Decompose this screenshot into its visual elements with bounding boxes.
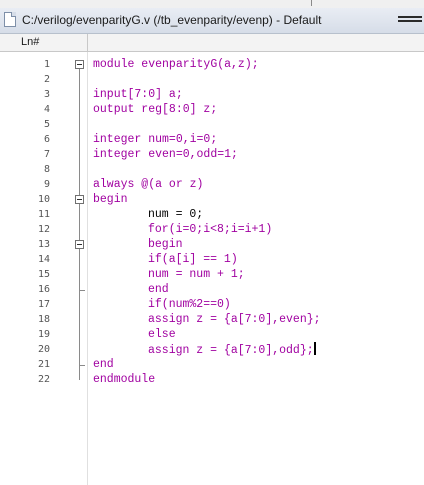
window-menu-icon[interactable] bbox=[398, 16, 422, 26]
code-line[interactable]: assign z = {a[7:0],even}; bbox=[148, 312, 321, 327]
code-editor[interactable]: 1 2 3 4 5 6 7 8 9 10 11 12 13 14 15 16 17 18 19 20 21 22 modu… bbox=[0, 52, 424, 485]
fold-collapse-icon[interactable] bbox=[75, 60, 84, 69]
line-number: 21 bbox=[37, 359, 50, 370]
code-line[interactable]: integer num=0,i=0; bbox=[93, 132, 217, 147]
line-number: 17 bbox=[37, 299, 50, 310]
line-number: 16 bbox=[37, 284, 50, 295]
code-line[interactable]: module evenparityG(a,z); bbox=[93, 57, 259, 72]
keyword-token: module evenparityG(a,z); bbox=[93, 58, 259, 71]
code-line[interactable]: begin bbox=[93, 192, 128, 207]
text-caret bbox=[313, 342, 316, 355]
keyword-token: for(i=0;i<8;i=i+1) bbox=[148, 223, 273, 236]
line-number-header: Ln# bbox=[0, 34, 88, 51]
code-line[interactable]: end bbox=[148, 282, 169, 297]
editor-titlebar[interactable]: C:/verilog/evenparityG.v (/tb_evenparity… bbox=[0, 8, 424, 34]
code-line[interactable]: if(num%2==0) bbox=[148, 297, 231, 312]
keyword-token: if(num%2==0) bbox=[148, 298, 231, 311]
line-number: 4 bbox=[43, 104, 50, 115]
keyword-token: input[7:0] a; bbox=[93, 88, 183, 101]
line-number: 6 bbox=[43, 134, 50, 145]
keyword-token: if(a[i] == 1) bbox=[148, 253, 238, 266]
line-number: 11 bbox=[37, 209, 50, 220]
line-number: 1 bbox=[43, 59, 50, 70]
line-number: 8 bbox=[43, 164, 50, 175]
line-number: 12 bbox=[37, 224, 50, 235]
fold-end-marker bbox=[79, 290, 85, 291]
code-line[interactable]: else bbox=[148, 327, 176, 342]
keyword-token: assign z = {a[7:0],even}; bbox=[148, 313, 321, 326]
line-number: 15 bbox=[37, 269, 50, 280]
top-strip bbox=[0, 0, 424, 8]
keyword-token: always @(a or z) bbox=[93, 178, 204, 191]
code-line[interactable]: integer even=0,odd=1; bbox=[93, 147, 238, 162]
keyword-token: end bbox=[93, 358, 114, 371]
line-number: 13 bbox=[37, 239, 50, 250]
line-number: 18 bbox=[37, 314, 50, 325]
pane-divider-notch bbox=[311, 0, 312, 6]
line-number: 19 bbox=[37, 329, 50, 340]
keyword-token: output reg[8:0] z; bbox=[93, 103, 218, 116]
line-number: 3 bbox=[43, 89, 50, 100]
code-line[interactable]: input[7:0] a; bbox=[93, 87, 183, 102]
keyword-token: end bbox=[148, 283, 169, 296]
keyword-token: integer even=0,odd=1; bbox=[93, 148, 238, 161]
keyword-token: begin bbox=[93, 193, 128, 206]
keyword-token: begin bbox=[148, 238, 183, 251]
line-number: 22 bbox=[37, 374, 50, 385]
code-line[interactable]: output reg[8:0] z; bbox=[93, 102, 217, 117]
keyword-token: endmodule bbox=[93, 373, 156, 386]
line-number: 10 bbox=[37, 194, 50, 205]
code-line[interactable]: end bbox=[93, 357, 114, 372]
keyword-token: else bbox=[148, 328, 176, 341]
line-number: 14 bbox=[37, 254, 50, 265]
window-title: C:/verilog/evenparityG.v (/tb_evenparity… bbox=[22, 13, 322, 27]
column-header: Ln# bbox=[0, 34, 424, 52]
code-line[interactable]: endmodule bbox=[93, 372, 155, 387]
keyword-token: num = num + 1; bbox=[148, 268, 245, 281]
file-icon bbox=[4, 12, 16, 27]
code-line[interactable]: always @(a or z) bbox=[93, 177, 203, 192]
keyword-token: integer num=0,i=0; bbox=[93, 133, 218, 146]
code-line[interactable]: assign z = {a[7:0],odd}; bbox=[148, 342, 316, 358]
fold-collapse-icon[interactable] bbox=[75, 240, 84, 249]
line-number: 7 bbox=[43, 149, 50, 160]
line-number: 20 bbox=[37, 344, 50, 355]
fold-collapse-icon[interactable] bbox=[75, 195, 84, 204]
line-number-gutter: 1 2 3 4 5 6 7 8 9 10 11 12 13 14 15 16 17 18 19 20 21 22 bbox=[0, 52, 88, 485]
code-line[interactable]: num = 0; bbox=[148, 207, 203, 222]
line-number: 5 bbox=[43, 119, 50, 130]
line-number: 2 bbox=[43, 74, 50, 85]
code-line[interactable]: begin bbox=[148, 237, 183, 252]
code-line[interactable]: for(i=0;i<8;i=i+1) bbox=[148, 222, 272, 237]
line-number: 9 bbox=[43, 179, 50, 190]
keyword-token: assign z = {a[7:0],odd}; bbox=[148, 344, 314, 357]
fold-guide bbox=[79, 249, 80, 290]
code-line[interactable]: if(a[i] == 1) bbox=[148, 252, 238, 267]
code-token: num = 0; bbox=[148, 208, 204, 221]
code-line[interactable]: num = num + 1; bbox=[148, 267, 245, 282]
fold-end-marker bbox=[79, 365, 85, 366]
